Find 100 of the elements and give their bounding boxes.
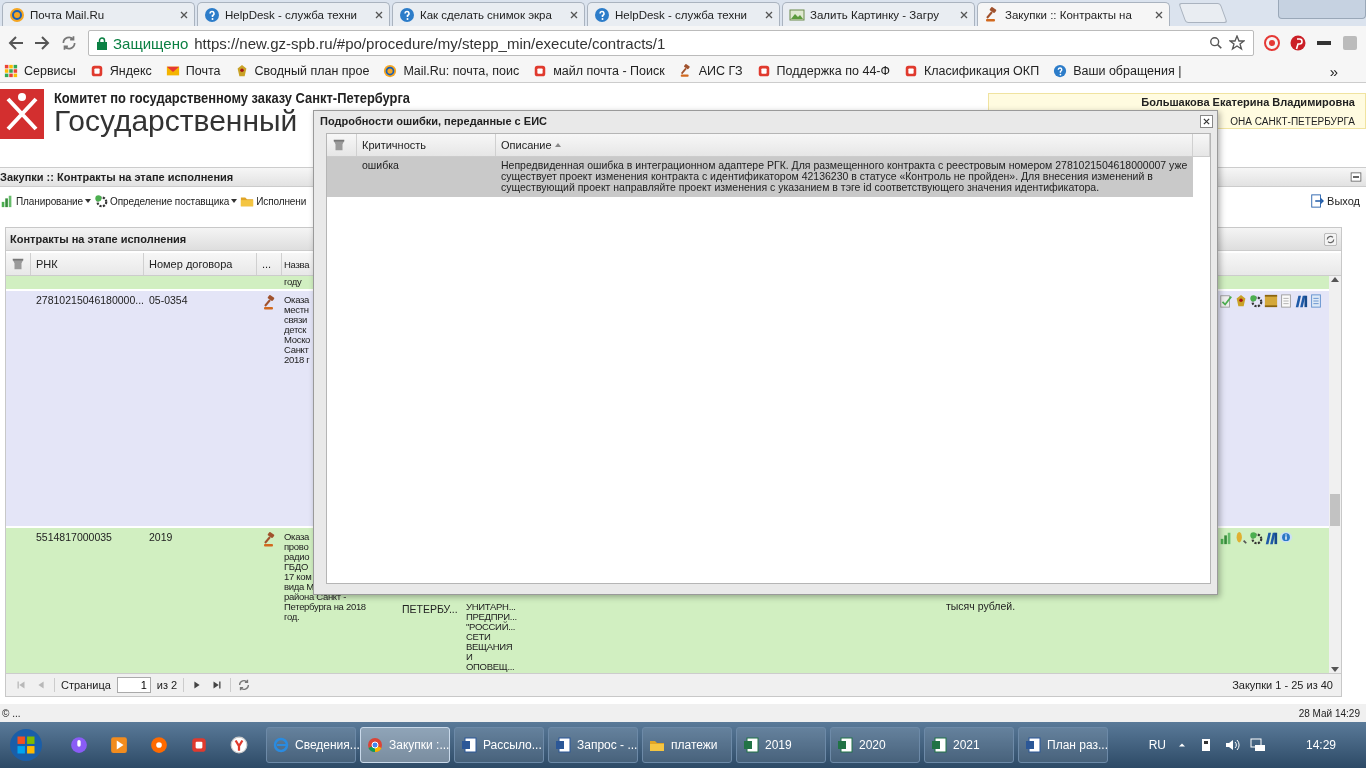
column-header[interactable]: Описание bbox=[496, 134, 1193, 156]
image-icon bbox=[789, 6, 805, 23]
table-row[interactable] bbox=[327, 157, 1193, 197]
gear-icon bbox=[94, 194, 109, 208]
help-icon bbox=[399, 6, 415, 23]
bookmark-link[interactable]: Ваши обращения | bbox=[1053, 64, 1182, 78]
close-icon[interactable] bbox=[570, 10, 578, 19]
grid-title: Контракты на этапе исполнения bbox=[10, 233, 187, 245]
target-icon[interactable] bbox=[1264, 35, 1280, 51]
scrollbar[interactable] bbox=[1329, 276, 1341, 673]
taskbar-button[interactable]: Запрос - ... bbox=[548, 727, 638, 763]
bookmark-link[interactable]: Поддержка по 44-Ф bbox=[756, 64, 890, 78]
help-icon bbox=[594, 6, 610, 23]
close-button[interactable] bbox=[1200, 114, 1213, 128]
spreadsheet-icon bbox=[743, 737, 759, 753]
table-cell-text: ПЕТЕРБУ... bbox=[401, 602, 459, 615]
toolbar-menu[interactable]: Планирование bbox=[0, 194, 92, 208]
browser-tab[interactable]: HelpDesk - служба техни bbox=[587, 2, 780, 26]
scroll-thumb[interactable] bbox=[1330, 494, 1340, 526]
lock-icon bbox=[97, 36, 107, 50]
logo-icon bbox=[756, 64, 771, 78]
user-name: Большакова Екатерина Владимировна bbox=[1141, 96, 1355, 108]
bookmark-link[interactable]: Сервисы bbox=[4, 64, 76, 78]
column-header[interactable]: РНК bbox=[31, 253, 144, 275]
zoom-icon[interactable] bbox=[1209, 36, 1223, 50]
taskbar-button[interactable]: платежи bbox=[642, 727, 732, 763]
bookmark-link[interactable]: Сводный план прое bbox=[234, 64, 370, 78]
logo-icon bbox=[533, 64, 548, 78]
url-text: https://new.gz-spb.ru/#po/procedure/my/stepp_min/execute/contracts/1 bbox=[194, 34, 667, 52]
taskbar-button[interactable]: Рассыло... bbox=[454, 727, 544, 763]
exit-button[interactable]: Выход bbox=[1310, 194, 1360, 208]
refresh-icon bbox=[237, 678, 252, 692]
browser-tab[interactable]: Почта Mail.Ru bbox=[2, 2, 195, 26]
address-field[interactable]: Защищено https://new.gz-spb.ru/#po/procedure/my/stepp_min/execute/contracts/1 bbox=[88, 30, 1254, 56]
browser-icon bbox=[367, 737, 383, 753]
taskbar-button[interactable]: 2021 bbox=[924, 727, 1014, 763]
toolbar-menu[interactable]: Определение поставщика bbox=[94, 194, 238, 208]
close-icon bbox=[1203, 117, 1210, 125]
organization-name: Комитет по государственному заказу Санкт-Петербурга bbox=[54, 89, 410, 106]
browser-tab[interactable]: Как сделать снимок экра bbox=[392, 2, 585, 26]
help-icon bbox=[204, 6, 220, 23]
document-icon bbox=[1025, 737, 1041, 753]
language-indicator[interactable]: RU bbox=[1148, 738, 1166, 752]
close-icon[interactable] bbox=[765, 10, 773, 19]
forward-icon[interactable] bbox=[34, 35, 50, 51]
close-icon[interactable] bbox=[375, 10, 383, 19]
table-cell-text: УНИТАРН... ПРЕДПРИ... "РОССИЙ... СЕТИ ВЕЩАНИЯ И ОПОВЕЩ... bbox=[465, 600, 518, 672]
close-icon[interactable] bbox=[960, 10, 968, 19]
emblem-icon bbox=[1234, 294, 1248, 308]
spreadsheet-icon bbox=[837, 737, 853, 753]
browser-tab[interactable]: Залить Картинку - Загру bbox=[782, 2, 975, 26]
page-label: Страница bbox=[61, 679, 111, 691]
help-icon bbox=[1053, 64, 1068, 78]
books-icon bbox=[1294, 294, 1308, 308]
user-organization: ОНА САНКТ-ПЕТЕРБУРГА bbox=[1230, 116, 1355, 127]
table-cell-text: Оказа местн связи детск Моско Санкт 2018 г bbox=[283, 293, 312, 365]
bookmark-link[interactable]: Класификация ОКП bbox=[904, 64, 1040, 78]
taskbar-button[interactable]: План раз... bbox=[1018, 727, 1108, 763]
bookmark-link[interactable]: Яндекс bbox=[89, 64, 152, 78]
column-header[interactable]: Номер договора bbox=[144, 253, 257, 275]
toolbar-menu[interactable]: Исполнени bbox=[240, 194, 307, 208]
clock[interactable]: 14:29 bbox=[1305, 738, 1336, 752]
gear-icon bbox=[1249, 294, 1263, 308]
document-icon bbox=[555, 737, 571, 753]
pin-icon[interactable] bbox=[1290, 35, 1306, 51]
table-cell-text: 5514817000035 bbox=[35, 530, 113, 543]
table-cell-text: 2019 bbox=[148, 530, 174, 543]
column-header[interactable]: ... bbox=[257, 253, 282, 275]
browser-tab[interactable]: Закупки :: Контракты на bbox=[977, 2, 1170, 26]
column-header[interactable]: Критичность bbox=[357, 134, 496, 156]
at-icon bbox=[9, 6, 25, 23]
gavel-icon bbox=[678, 64, 693, 78]
security-label: Защищено bbox=[113, 34, 189, 52]
info-icon bbox=[1279, 531, 1293, 545]
bookmark-link[interactable]: АИС ГЗ bbox=[678, 64, 743, 78]
browser-icon bbox=[230, 736, 248, 754]
bookmark-link[interactable]: Mail.Ru: почта, поис bbox=[383, 64, 520, 78]
table-cell-text: тысяч рублей. bbox=[945, 599, 1017, 612]
bookmark-link[interactable]: майл почта - Поиск bbox=[533, 64, 665, 78]
page-field[interactable]: 1 bbox=[116, 677, 151, 693]
back-icon[interactable] bbox=[8, 35, 24, 51]
close-icon[interactable] bbox=[1155, 10, 1163, 19]
exit-icon bbox=[1310, 194, 1325, 208]
table-cell-text: Непредвиденная ошибка в интеграционном адаптере РГК. Для размещенного контракта с реестровым номером 2781021504618000007 уже существует проект изменения контракта с идентификатором 42136230 в статусе «Контроль не пройден». Для внесения изменений в существующий проект направляйте проект изменения с указанием в тэге id соответствующего значения идентификатора. bbox=[500, 160, 1189, 193]
panel-title: Закупки :: Контракты на этапе исполнения bbox=[0, 171, 234, 183]
collapse-icon bbox=[1350, 171, 1362, 183]
table-cell-text: году bbox=[283, 276, 303, 287]
record-summary: Закупки 1 - 25 из 40 bbox=[1232, 679, 1333, 691]
close-icon[interactable] bbox=[180, 10, 188, 19]
play-icon bbox=[110, 736, 128, 754]
check-icon bbox=[1219, 294, 1233, 308]
dialog-title: Подробности ошибки, переданные с ЕИС bbox=[320, 115, 547, 127]
speaker-icon bbox=[1223, 737, 1240, 753]
taskbar-button[interactable]: 2020 bbox=[830, 727, 920, 763]
more-bookmarks-button[interactable]: » bbox=[1329, 62, 1338, 80]
refresh-icon bbox=[60, 34, 78, 52]
bookmark-link[interactable]: Почта bbox=[165, 64, 221, 78]
browser-tab[interactable]: HelpDesk - служба техни bbox=[197, 2, 390, 26]
taskbar-button[interactable]: 2019 bbox=[736, 727, 826, 763]
star-icon[interactable] bbox=[1229, 35, 1245, 51]
